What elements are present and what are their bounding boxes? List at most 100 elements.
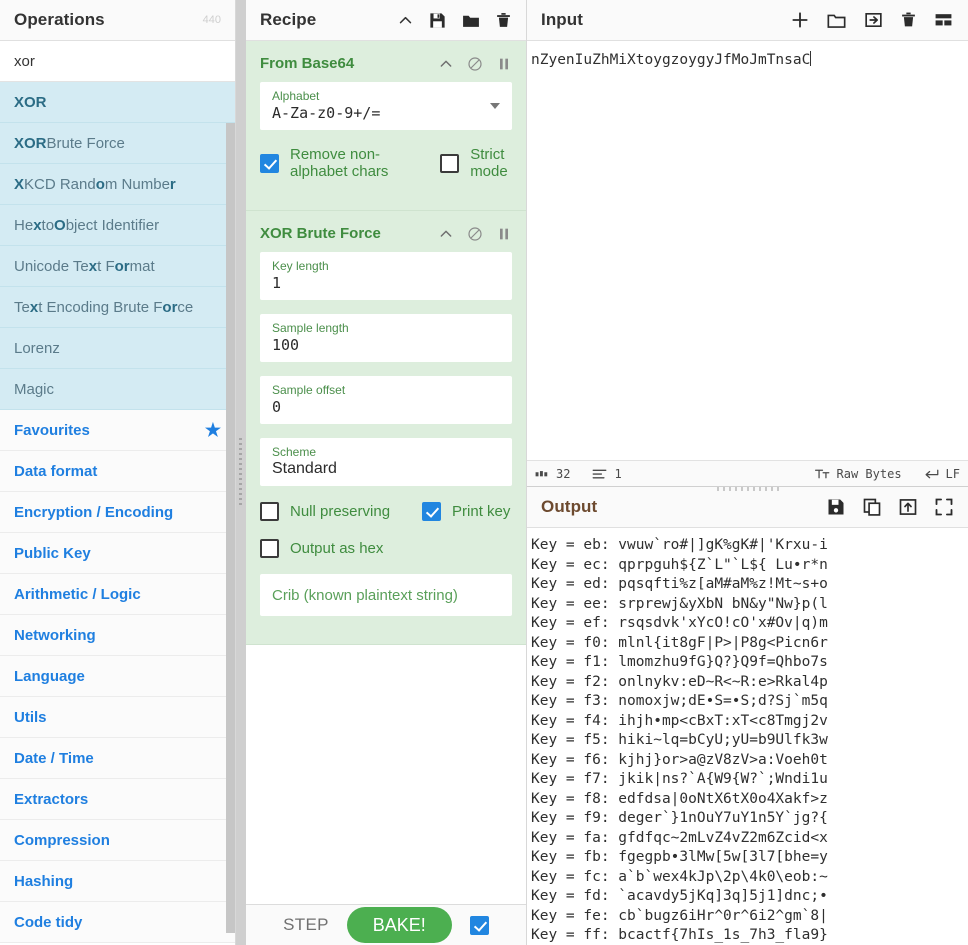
category-favourites[interactable]: Favourites ★: [0, 410, 235, 451]
category-label: Public Key: [14, 544, 91, 562]
breakpoint-pause-icon[interactable]: [496, 56, 512, 72]
category-encryption-encoding[interactable]: Encryption / Encoding: [0, 492, 235, 533]
checkbox-box[interactable]: [422, 502, 442, 521]
arg-sample-offset[interactable]: Sample offset 0: [260, 376, 512, 424]
input-textarea[interactable]: nZyenIuZhMiXtoygzoygyJfMoJmTnsaC: [527, 41, 968, 460]
bake-button[interactable]: BAKE!: [346, 907, 452, 943]
load-folder-icon[interactable]: [461, 11, 481, 30]
output-line: Key = f8: edfdsa|0oNtX6tX0o4Xakf>z: [531, 790, 828, 807]
tabs-layout-icon[interactable]: [933, 10, 954, 30]
recipe-title: Recipe: [260, 10, 317, 29]
ops-recipe-splitter[interactable]: [236, 0, 246, 945]
checkbox-box[interactable]: [260, 502, 279, 521]
collapse-icon[interactable]: [397, 12, 414, 29]
chevron-down-icon[interactable]: [490, 103, 500, 109]
category-label: Utils: [14, 708, 47, 726]
operation-result-label: mat: [129, 257, 155, 275]
open-input-icon[interactable]: [863, 10, 884, 30]
checkbox-label: Null preserving: [290, 503, 391, 520]
category-public-key[interactable]: Public Key: [0, 533, 235, 574]
add-tab-icon[interactable]: [790, 10, 810, 30]
io-column: Input nZyenIuZhMiXtoygzoygyJfMoJmTnsaC 3…: [527, 0, 968, 945]
open-folder-icon[interactable]: [826, 10, 847, 30]
input-length-value: 32: [556, 466, 571, 481]
save-icon[interactable]: [428, 11, 447, 30]
copy-icon[interactable]: [862, 497, 882, 517]
operation-result-label: Lorenz: [14, 339, 60, 357]
operation-result-0[interactable]: XOR: [0, 82, 235, 123]
category-extractors[interactable]: Extractors: [0, 779, 235, 820]
input-encoding-value: Raw Bytes: [836, 466, 902, 481]
search-input[interactable]: [0, 41, 235, 81]
checkbox-output-as-hex[interactable]: Output as hex: [260, 539, 383, 558]
category-networking[interactable]: Networking: [0, 615, 235, 656]
recipe-operation[interactable]: From Base64 Alphabet A-Za-z0-9+/= Remove no…: [246, 41, 526, 211]
operation-result-5[interactable]: Te x t Encoding Brute For ce: [0, 287, 235, 328]
input-title-bar: Input: [527, 0, 968, 41]
category-utils[interactable]: Utils: [0, 697, 235, 738]
splitter-grip: [239, 437, 242, 508]
arg-value: Standard: [272, 460, 337, 477]
operation-result-6[interactable]: Lorenz: [0, 328, 235, 369]
recipe-panel: Recipe From Base64 Alphabet A-Za-z0-9+/= Re…: [246, 0, 527, 945]
checkbox-print-key[interactable]: Print key: [422, 502, 510, 521]
crib-input[interactable]: Crib (known plaintext string): [260, 574, 512, 616]
category-label: Extractors: [14, 790, 89, 808]
category-compression[interactable]: Compression: [0, 820, 235, 861]
crib-placeholder: Crib (known plaintext string): [272, 586, 458, 604]
disable-icon[interactable]: [467, 56, 483, 72]
operations-search-row: [0, 41, 235, 82]
operation-result-4[interactable]: Unicode Te x t For mat: [0, 246, 235, 287]
operations-scrollbar-thumb[interactable]: [226, 123, 235, 933]
category-label: Code tidy: [14, 913, 83, 931]
io-splitter-grip[interactable]: [716, 487, 779, 491]
operation-result-label: r: [169, 175, 176, 193]
operations-title: Operations: [14, 10, 105, 29]
search-results-list: XOR XOR Brute Force X KCD Rand o m Numbe r He x …: [0, 82, 235, 410]
recipe-operation[interactable]: XOR Brute Force Key length 1 Sample length 1…: [246, 211, 526, 645]
output-line: Key = f4: ihjh•mp<cBxT:xT<c8Tmgj2v: [531, 712, 828, 729]
step-button[interactable]: STEP: [283, 915, 329, 935]
output-line: Key = eb: vwuw`ro#|]gK%gK#|'Krxu-i: [531, 537, 828, 553]
output-text[interactable]: Key = eb: vwuw`ro#|]gK%gK#|'Krxu-i Key = …: [527, 528, 968, 945]
replace-input-icon[interactable]: [898, 497, 918, 517]
category-hashing[interactable]: Hashing: [0, 861, 235, 902]
disable-icon[interactable]: [467, 226, 483, 242]
checkbox-null-preserving[interactable]: Null preserving: [260, 502, 390, 521]
maximise-icon[interactable]: [934, 497, 954, 517]
arg-scheme[interactable]: Scheme Standard: [260, 438, 512, 486]
operation-result-7[interactable]: Magic: [0, 369, 235, 410]
operation-result-label: He: [14, 216, 34, 234]
input-encoding-selector[interactable]: Raw Bytes: [814, 466, 902, 481]
operation-result-2[interactable]: X KCD Rand o m Numbe r: [0, 164, 235, 205]
arg-key-length[interactable]: Key length 1: [260, 252, 512, 300]
category-code-tidy[interactable]: Code tidy: [0, 902, 235, 943]
collapse-icon[interactable]: [438, 226, 454, 242]
checkbox-box[interactable]: [440, 153, 460, 173]
input-title: Input: [541, 10, 584, 29]
input-eol-selector[interactable]: LF: [924, 467, 960, 481]
category-label: Arithmetic / Logic: [14, 585, 141, 603]
operation-result-label: t F: [97, 257, 115, 275]
category-data-format[interactable]: Data format: [0, 451, 235, 492]
save-icon[interactable]: [826, 497, 846, 517]
arg-alphabet[interactable]: Alphabet A-Za-z0-9+/=: [260, 82, 512, 130]
operation-result-1[interactable]: XOR Brute Force: [0, 123, 235, 164]
category-language[interactable]: Language: [0, 656, 235, 697]
category-arithmetic-logic[interactable]: Arithmetic / Logic: [0, 574, 235, 615]
auto-bake-checkbox[interactable]: [469, 915, 489, 935]
checkbox-box[interactable]: [260, 539, 279, 558]
breakpoint-pause-icon[interactable]: [496, 226, 512, 242]
arg-value: A-Za-z0-9+/=: [272, 104, 381, 122]
collapse-icon[interactable]: [438, 56, 454, 72]
arg-sample-length[interactable]: Sample length 100: [260, 314, 512, 362]
clear-trash-icon[interactable]: [900, 10, 917, 30]
checkbox-strict-mode[interactable]: Strict mode: [440, 146, 512, 180]
clear-trash-icon[interactable]: [495, 11, 512, 30]
operation-result-3[interactable]: He x to Object Identifier: [0, 205, 235, 246]
checkbox-label: Print key: [452, 503, 511, 520]
checkbox-box[interactable]: [260, 153, 279, 173]
category-date-time[interactable]: Date / Time: [0, 738, 235, 779]
auto-bake-toggle[interactable]: [469, 915, 489, 935]
checkbox-remove-non-alphabet-chars[interactable]: Remove non-alphabet chars: [260, 146, 408, 180]
